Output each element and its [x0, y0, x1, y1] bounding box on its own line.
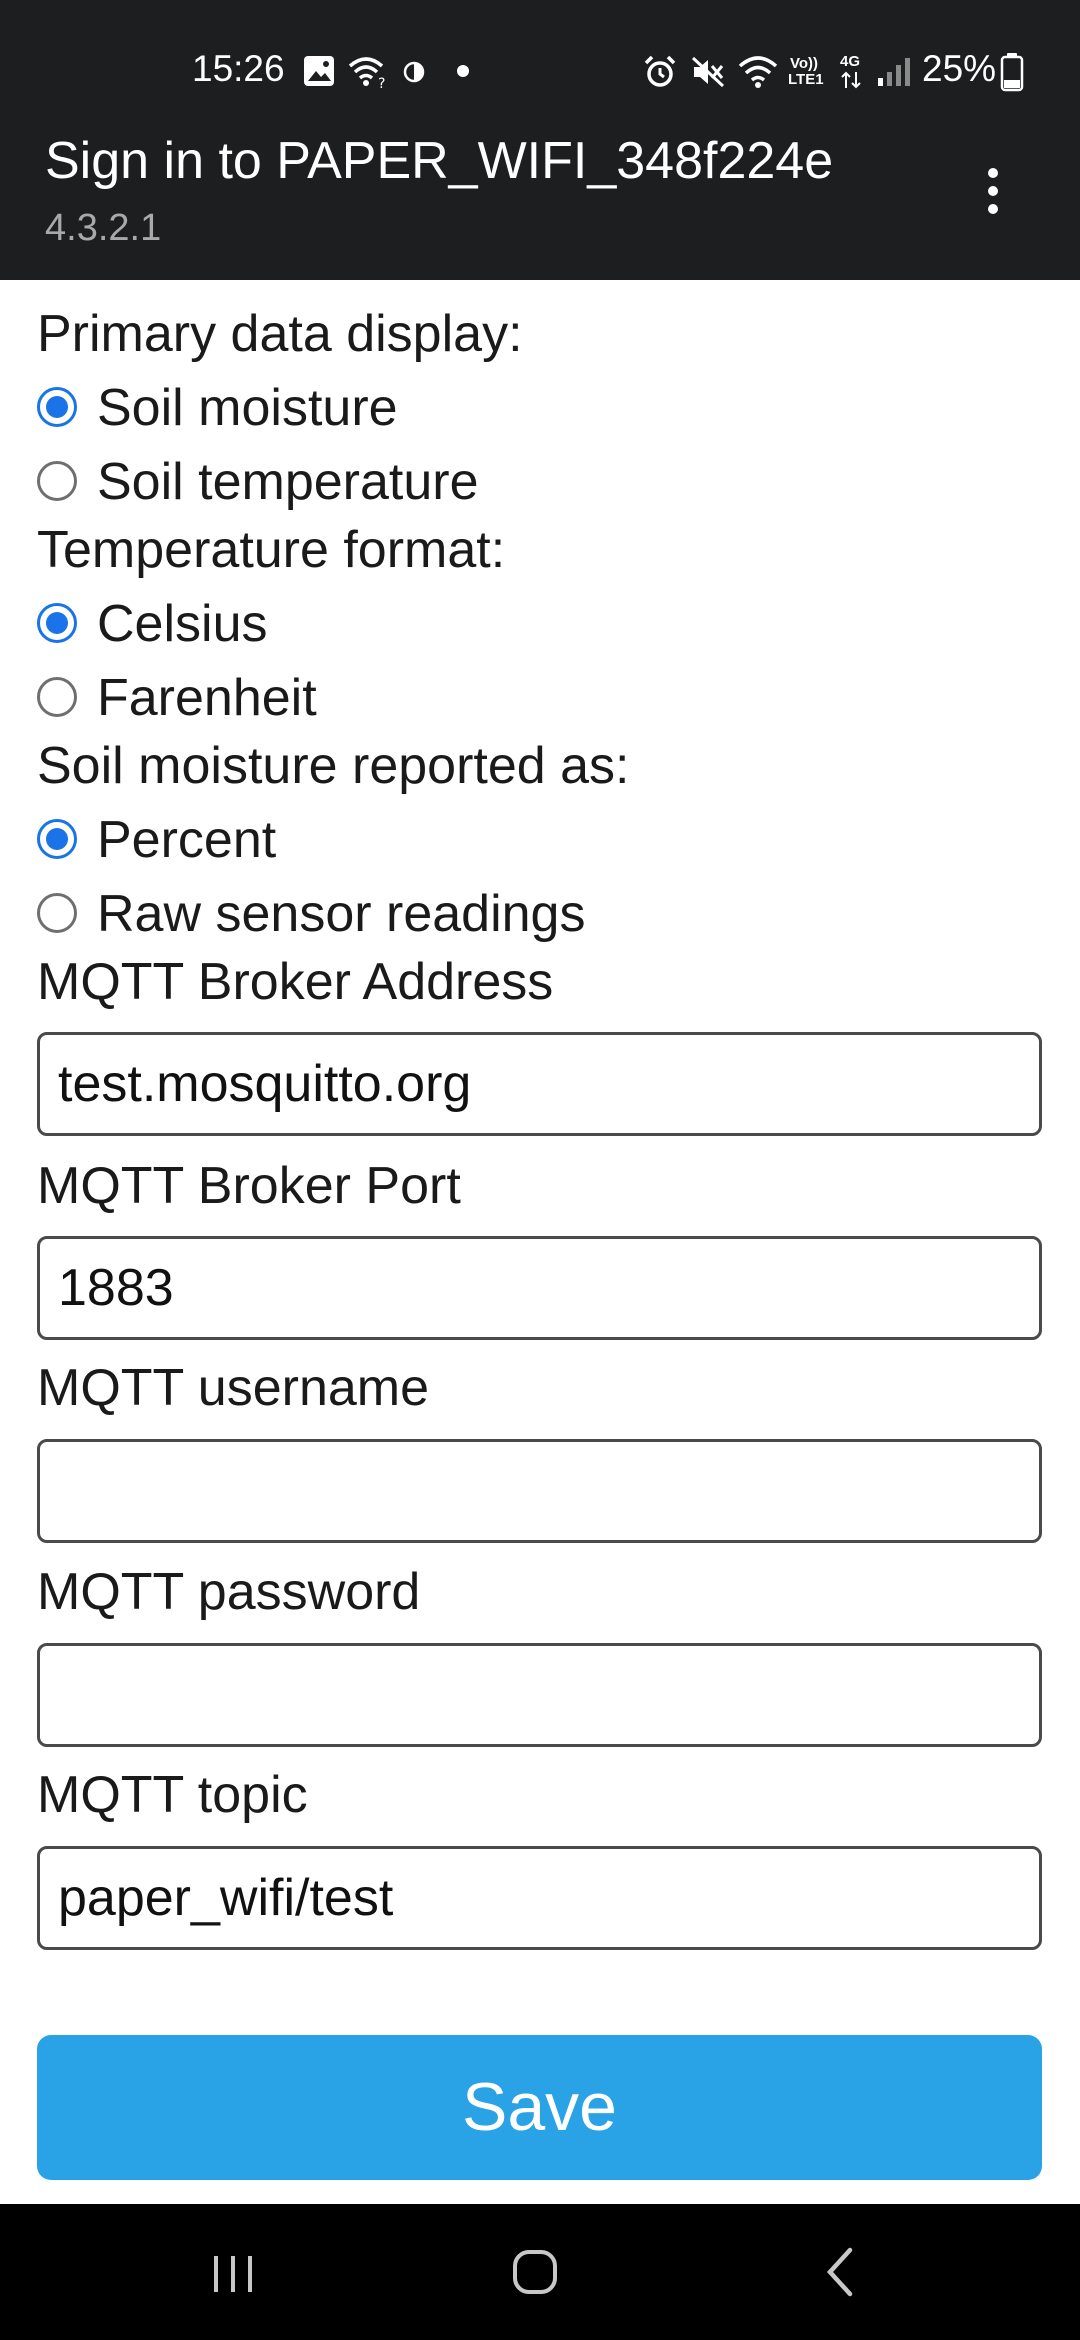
broker-port-input[interactable] [37, 1236, 1042, 1340]
username-label: MQTT username [37, 1359, 430, 1417]
topic-label: MQTT topic [37, 1766, 308, 1824]
primary-display-label: Primary data display: [37, 305, 523, 363]
broker-port-label: MQTT Broker Port [37, 1157, 461, 1215]
topic-input[interactable] [37, 1846, 1042, 1950]
status-time: 15:26 [192, 48, 285, 89]
moisture-reported-label: Soil moisture reported as: [37, 737, 630, 795]
wifi-icon: ? [348, 57, 385, 90]
status-bar: 15:26 ? Vo)) LTE1 4G 25% [0, 0, 1080, 138]
page-title: Sign in to PAPER_WIFI_348f224e [45, 132, 834, 190]
radio-label: Farenheit [97, 669, 317, 727]
username-input[interactable] [37, 1439, 1042, 1543]
radio-label: Soil temperature [97, 453, 479, 511]
radio-soil-temperature[interactable]: Soil temperature [37, 450, 997, 514]
signal-icon [878, 58, 910, 86]
recents-icon[interactable] [188, 2236, 278, 2308]
back-icon[interactable] [796, 2236, 886, 2308]
radio-button[interactable] [37, 603, 77, 643]
radio-button[interactable] [37, 819, 77, 859]
temperature-format-label: Temperature format: [37, 521, 506, 579]
radio-label: Raw sensor readings [97, 885, 586, 943]
save-button[interactable]: Save [37, 2035, 1042, 2180]
battery-percent: 25% [922, 48, 997, 89]
battery-icon [1000, 53, 1024, 92]
screen: 15:26 ? Vo)) LTE1 4G 25% Sign in to PAPE… [0, 0, 1080, 2340]
mobile-data-icon: 4G [840, 53, 861, 70]
radio-button[interactable] [37, 677, 77, 717]
radio-celsius[interactable]: Celsius [37, 592, 997, 656]
lte-label: LTE1 [788, 71, 824, 88]
radio-soil-moisture[interactable]: Soil moisture [37, 376, 997, 440]
radio-button[interactable] [37, 387, 77, 427]
alarm-icon [644, 55, 676, 87]
radio-button[interactable] [37, 461, 77, 501]
password-label: MQTT password [37, 1563, 421, 1621]
dot-icon [457, 65, 469, 77]
broker-address-label: MQTT Broker Address [37, 953, 554, 1011]
volte-icon: Vo)) [790, 55, 819, 72]
radio-percent[interactable]: Percent [37, 808, 997, 872]
svg-text:?: ? [378, 76, 385, 90]
mute-icon [691, 56, 725, 88]
broker-address-input[interactable] [37, 1032, 1042, 1136]
radio-button[interactable] [37, 893, 77, 933]
data-arrows-icon [841, 71, 861, 89]
radio-label: Percent [97, 811, 277, 869]
more-vert-icon[interactable] [966, 156, 1020, 226]
radio-raw-readings[interactable]: Raw sensor readings [37, 882, 997, 946]
image-icon [304, 56, 334, 86]
radio-label: Soil moisture [97, 379, 398, 437]
data-saver-icon [403, 61, 425, 83]
radio-farenheit[interactable]: Farenheit [37, 666, 997, 730]
password-input[interactable] [37, 1643, 1042, 1747]
radio-label: Celsius [97, 595, 268, 653]
wifi-icon [738, 56, 778, 88]
home-icon[interactable] [490, 2236, 580, 2308]
page-subtitle: 4.3.2.1 [45, 207, 162, 249]
